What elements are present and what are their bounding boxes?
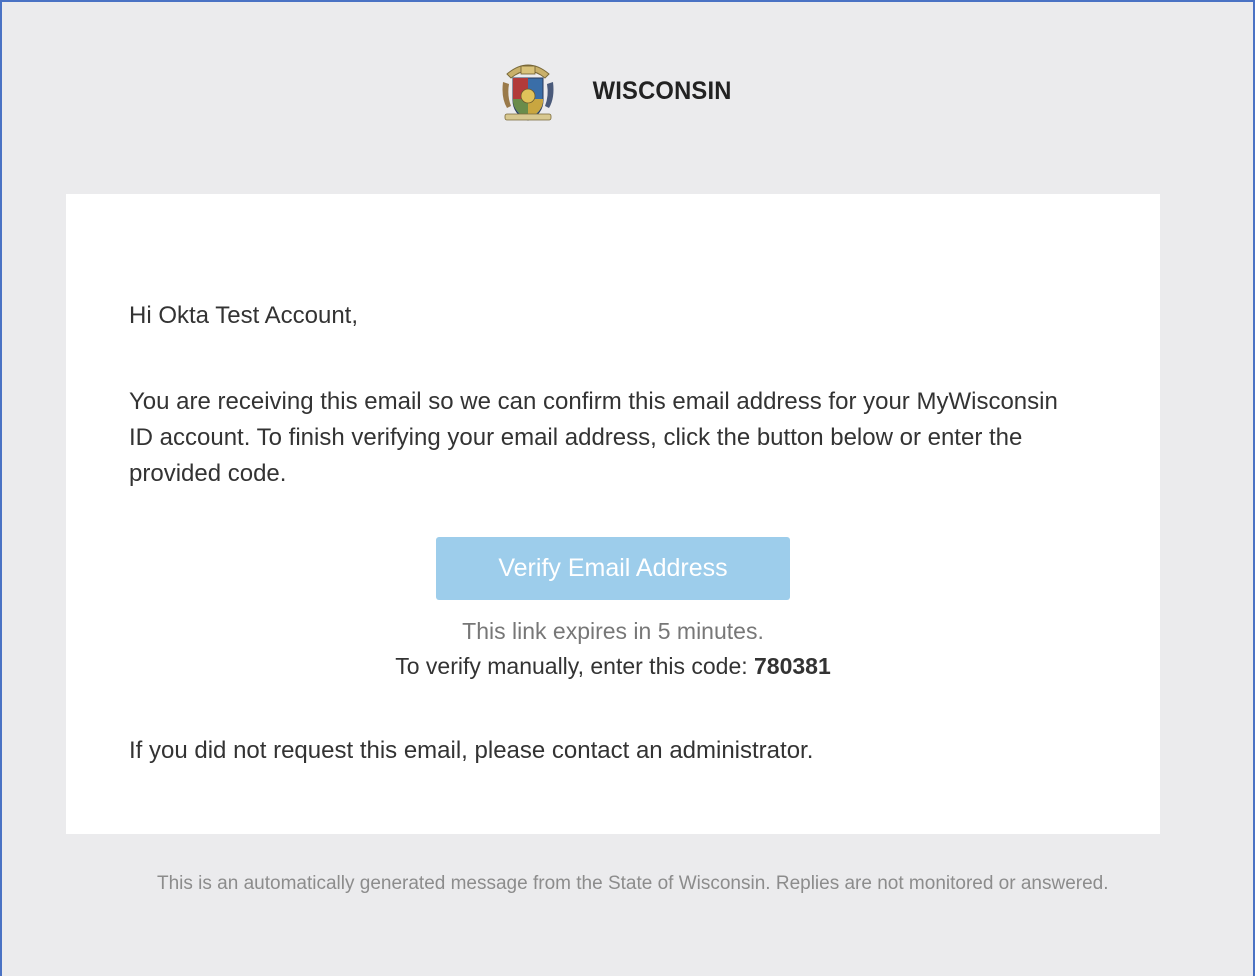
contact-admin-text: If you did not request this email, pleas… (129, 737, 814, 764)
email-header: WISCONSIN (2, 56, 1253, 126)
footer-disclaimer: This is an automatically generated messa… (157, 873, 1109, 894)
manual-verify-prefix: To verify manually, enter this code: (395, 653, 748, 679)
verification-code: 780381 (754, 653, 831, 679)
greeting-text: Hi Okta Test Account, (129, 302, 358, 329)
verify-email-button[interactable]: Verify Email Address (436, 537, 790, 600)
brand-name: WISCONSIN (593, 76, 732, 105)
state-seal-icon (502, 64, 554, 121)
email-frame: WISCONSIN Hi Okta Test Account, You are … (0, 0, 1255, 976)
email-card: Hi Okta Test Account, You are receiving … (66, 194, 1160, 834)
intro-text: You are receiving this email so we can c… (129, 388, 1058, 487)
manual-verify-text: To verify manually, enter this code: 780… (66, 653, 1160, 680)
link-expiry-text: This link expires in 5 minutes. (462, 618, 764, 644)
